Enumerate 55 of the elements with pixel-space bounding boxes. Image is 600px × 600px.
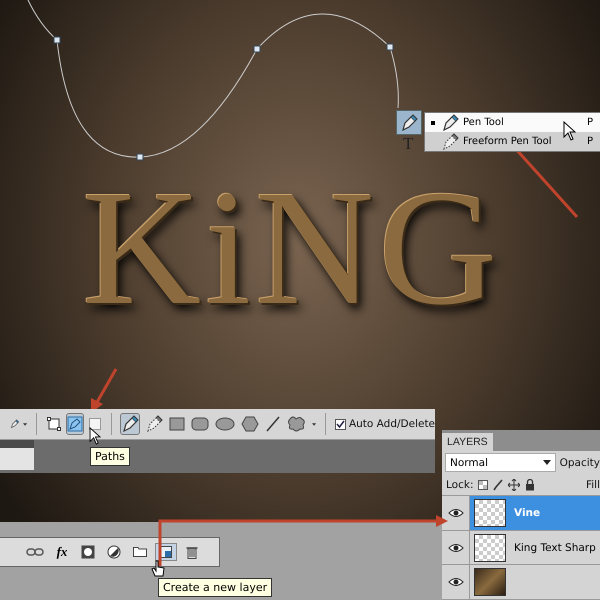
trash-icon	[186, 545, 198, 559]
artwork-title: KiNG	[82, 165, 502, 330]
layers-tab[interactable]: LAYERS	[442, 432, 493, 451]
layer-row[interactable]	[442, 565, 600, 600]
paths-icon	[66, 416, 83, 432]
caret-icon[interactable]	[23, 422, 28, 426]
eye-icon[interactable]	[448, 542, 464, 553]
custom-shape-icon	[287, 415, 308, 433]
caret-icon[interactable]	[312, 422, 316, 426]
tool-button[interactable]	[120, 413, 140, 435]
layer-row[interactable]: King Text Sharp	[442, 530, 600, 566]
eye-icon[interactable]	[448, 577, 464, 588]
layer-name: Vine	[514, 507, 540, 520]
eye-icon[interactable]	[448, 508, 464, 518]
hand-cursor-icon	[151, 560, 165, 577]
lock-icon[interactable]	[525, 479, 536, 492]
tooltip: Paths	[90, 447, 130, 466]
rectangle-icon	[169, 417, 186, 431]
pen-icon	[400, 114, 418, 132]
move-icon[interactable]	[508, 479, 520, 492]
collapsed-panel	[0, 440, 34, 470]
caret-icon[interactable]	[542, 460, 551, 466]
shape-layers-icon	[46, 417, 61, 431]
lock-label: Lock:	[446, 479, 474, 492]
mask-icon	[81, 545, 95, 559]
pen-icon	[441, 114, 459, 132]
fx-button[interactable]: fx	[51, 543, 73, 561]
ellipse-icon	[215, 417, 236, 431]
menu-item[interactable]: Pen Tool P	[425, 113, 600, 132]
line-icon	[265, 416, 282, 432]
pen-tool-button[interactable]	[396, 110, 422, 135]
text-layer-thumbnail	[474, 534, 506, 562]
link-icon	[26, 547, 44, 557]
menu-item[interactable]: Freeform Pen Tool P	[425, 132, 600, 151]
polygon-icon	[241, 416, 260, 432]
image-layer-thumbnail	[474, 568, 506, 596]
freeform-pen-icon	[145, 415, 164, 433]
rounded-rectangle-icon	[191, 417, 210, 431]
mouse-pointer-icon	[563, 121, 576, 141]
fill-label: Fill	[586, 479, 600, 492]
pen-icon	[121, 415, 140, 433]
layer-name: King Text Sharp	[514, 542, 596, 554]
checkbox-label: Auto Add/Delete	[348, 418, 436, 430]
opacity-label: Opacity	[560, 456, 600, 469]
brush-icon[interactable]	[493, 479, 504, 492]
lock-transparency-icon[interactable]	[478, 480, 488, 490]
fill-pixels-icon	[88, 418, 101, 430]
new-layer-icon	[160, 546, 172, 558]
tooltip: Create a new layer	[158, 578, 272, 597]
checkbox[interactable]	[334, 418, 346, 430]
half-circle-icon	[107, 545, 121, 559]
blend-mode-dropdown[interactable]: Normal	[445, 453, 556, 472]
layer-thumbnail	[474, 499, 506, 528]
mouse-pointer-icon	[89, 427, 101, 445]
folder-icon	[133, 547, 147, 557]
